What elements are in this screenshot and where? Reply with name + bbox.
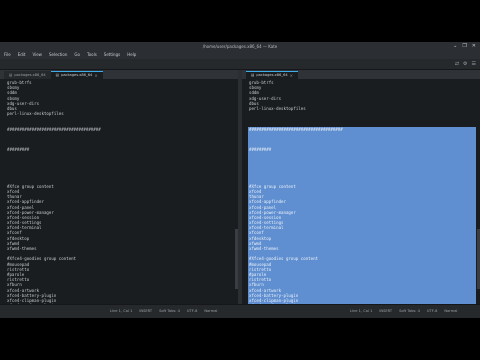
line-gutter (0, 79, 4, 305)
encoding[interactable]: UTF-8 (187, 305, 197, 317)
menu-help[interactable]: Help (127, 51, 136, 59)
indentation[interactable]: Soft Tabs: 4 (159, 305, 180, 317)
minimize-icon[interactable]: ⌄ (453, 42, 457, 51)
settings-icon[interactable]: ⚙ (463, 61, 467, 67)
editor-pane-right: ▤ packages.x86_64 × grub-btrfs sbsmy sddm x… (242, 70, 480, 305)
tab-bar-left: ▤ packages.x86_64 ▤ packages.x86_64 × (0, 70, 238, 79)
tab-left-0[interactable]: ▤ packages.x86_64 (4, 71, 51, 79)
syntax-mode[interactable]: Normal (204, 305, 217, 317)
close-icon[interactable]: ✕ (472, 42, 476, 51)
menu-settings[interactable]: Settings (104, 51, 120, 59)
status-bar: Line 1, Col 1 INSERT Soft Tabs: 4 UTF-8 … (0, 304, 480, 318)
file-icon: ▤ (251, 73, 255, 77)
split-view-icon[interactable]: ⇄ (455, 61, 459, 67)
maximize-icon[interactable]: ❐ (462, 42, 466, 51)
cursor-position[interactable]: Line 1, Col 1 (110, 305, 132, 317)
indentation[interactable]: Soft Tabs: 4 (399, 305, 420, 317)
encoding[interactable]: UTF-8 (427, 305, 437, 317)
menu-tools[interactable]: Tools (87, 51, 97, 59)
tab-label: packages.x86_64 (256, 73, 288, 77)
syntax-mode[interactable]: Normal (444, 305, 457, 317)
code-area-right[interactable]: grub-btrfs sbsmy sddm xdg-user-dirs dbus perl… (248, 80, 476, 305)
tab-bar-right: ▤ packages.x86_64 × (242, 70, 480, 79)
title-bar: /home/user/packages.x86_64 — Kate ⌄ ❐ ✕ (0, 42, 480, 51)
tab-label: packages.x86_64 (61, 73, 93, 77)
code-area-left[interactable]: grub-btrfs sbsmy sddm sbsmy xdg-user-dirs dbu… (6, 80, 234, 305)
input-mode[interactable]: INSERT (139, 305, 152, 317)
cursor-position[interactable]: Line 1, Col 1 (350, 305, 372, 317)
line-gutter (242, 79, 246, 305)
hamburger-menu-icon[interactable]: ☰ (472, 61, 476, 67)
file-icon: ▤ (55, 73, 60, 77)
menu-go[interactable]: Go (74, 51, 80, 59)
menu-bar: File Edit View Selection Go Tools Settin… (0, 51, 480, 59)
status-left: Line 1, Col 1 INSERT Soft Tabs: 4 UTF-8 … (110, 305, 217, 317)
status-right: Line 1, Col 1 INSERT Soft Tabs: 4 UTF-8 … (350, 305, 457, 317)
toolbar: ⇄ ⚙ ☰ (0, 59, 480, 70)
tab-label: packages.x86_64 (14, 73, 46, 77)
window-title: /home/user/packages.x86_64 — Kate (202, 44, 278, 49)
editor-pane-left: ▤ packages.x86_64 ▤ packages.x86_64 × gr… (0, 70, 238, 305)
menu-selection[interactable]: Selection (49, 51, 67, 59)
file-icon: ▤ (9, 73, 13, 77)
menu-edit[interactable]: Edit (18, 51, 26, 59)
menu-file[interactable]: File (4, 51, 11, 59)
input-mode[interactable]: INSERT (379, 305, 392, 317)
tab-close-icon[interactable]: × (94, 72, 97, 79)
tab-left-1[interactable]: ▤ packages.x86_64 × (50, 71, 103, 79)
tab-right-0[interactable]: ▤ packages.x86_64 × (246, 71, 299, 79)
tab-close-icon[interactable]: × (290, 72, 293, 79)
editor-window: /home/user/packages.x86_64 — Kate ⌄ ❐ ✕ … (0, 42, 480, 318)
menu-view[interactable]: View (32, 51, 42, 59)
